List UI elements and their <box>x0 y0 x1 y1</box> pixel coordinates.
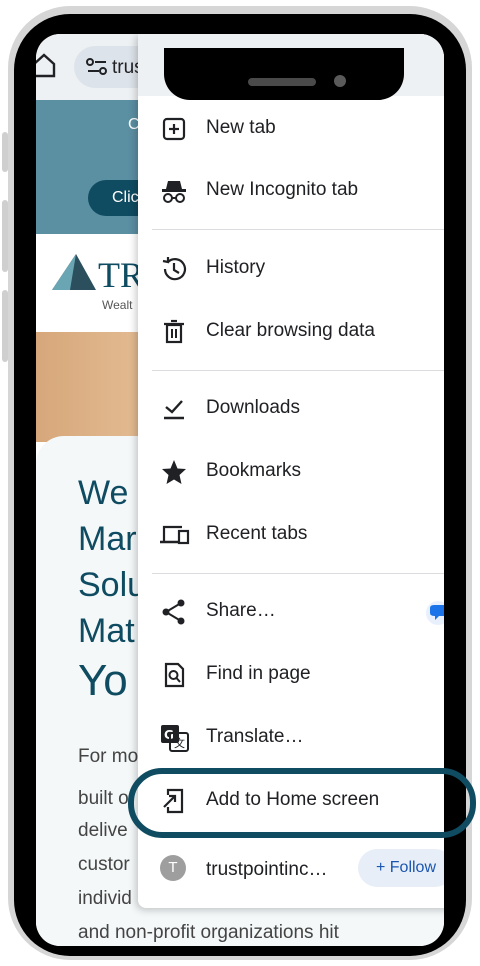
devices-icon <box>160 521 190 549</box>
menu-item-label: Share… <box>206 600 276 621</box>
menu-item-label: New Incognito tab <box>206 179 359 200</box>
site-info-icon[interactable] <box>86 58 108 81</box>
hero-heading-line: Solu <box>78 566 147 604</box>
home-icon[interactable] <box>36 52 58 83</box>
speaker-grille <box>248 78 316 86</box>
menu-item-share[interactable]: Share… <box>138 581 444 643</box>
menu-item-translate[interactable]: G文 Translate… <box>138 707 444 769</box>
menu-item-label: Find in page <box>206 663 311 684</box>
trash-icon <box>160 318 188 346</box>
hero-heading-line: Mat <box>78 612 135 650</box>
logo-mark-icon <box>50 252 96 297</box>
menu-item-bookmarks[interactable]: Bookmarks <box>138 441 444 503</box>
svg-text:G: G <box>164 728 174 742</box>
history-icon <box>160 255 188 283</box>
hero-heading-line: Yo <box>78 656 128 705</box>
phone-volume-up <box>2 200 8 272</box>
menu-item-downloads[interactable]: Downloads <box>138 378 444 440</box>
hero-heading-line: We <box>78 474 129 512</box>
messages-app-icon[interactable] <box>426 601 444 630</box>
phone-notch <box>164 48 404 100</box>
menu-item-new-tab[interactable]: New tab <box>138 98 444 160</box>
hero-heading-line: Mar <box>78 520 137 558</box>
menu-item-label: History <box>206 257 266 278</box>
phone-side-button <box>2 132 8 172</box>
body-text-line: and non-profit organizations hit <box>78 922 339 943</box>
follow-button[interactable]: + Follow <box>358 849 444 887</box>
site-name: trustpointinc… <box>206 859 328 880</box>
menu-item-label: New tab <box>206 117 276 138</box>
menu-item-label: Recent tabs <box>206 523 308 544</box>
star-icon <box>160 458 188 486</box>
download-check-icon <box>160 395 188 423</box>
translate-icon: G文 <box>160 724 189 752</box>
menu-item-history[interactable]: History <box>138 238 444 300</box>
find-in-page-icon <box>160 661 188 689</box>
body-text-line: custor <box>78 854 130 875</box>
phone-volume-down <box>2 290 8 362</box>
menu-divider <box>152 229 444 230</box>
menu-item-new-incognito-tab[interactable]: New Incognito tab <box>138 160 444 222</box>
menu-divider <box>152 573 444 574</box>
menu-item-label: Translate… <box>206 726 304 747</box>
svg-text:文: 文 <box>174 736 185 750</box>
body-text-line: built o <box>78 788 129 809</box>
menu-item-find-in-page[interactable]: Find in page <box>138 644 444 706</box>
menu-item-clear-browsing-data[interactable]: Clear browsing data <box>138 301 444 363</box>
site-avatar: T <box>160 855 186 881</box>
menu-item-recent-tabs[interactable]: Recent tabs <box>138 504 444 566</box>
highlight-ring <box>128 768 476 838</box>
body-text-line: delive <box>78 820 128 841</box>
menu-divider <box>152 370 444 371</box>
share-icon <box>160 598 188 626</box>
body-text-line: individ <box>78 888 132 909</box>
menu-item-label: Bookmarks <box>206 460 302 481</box>
body-text-line: For mo <box>78 746 139 767</box>
new-tab-icon <box>160 115 188 143</box>
incognito-icon <box>160 177 188 205</box>
menu-item-label: Clear browsing data <box>206 320 375 341</box>
logo-subtitle: Wealt <box>102 298 133 312</box>
menu-item-label: Downloads <box>206 397 300 418</box>
front-camera <box>334 75 346 87</box>
